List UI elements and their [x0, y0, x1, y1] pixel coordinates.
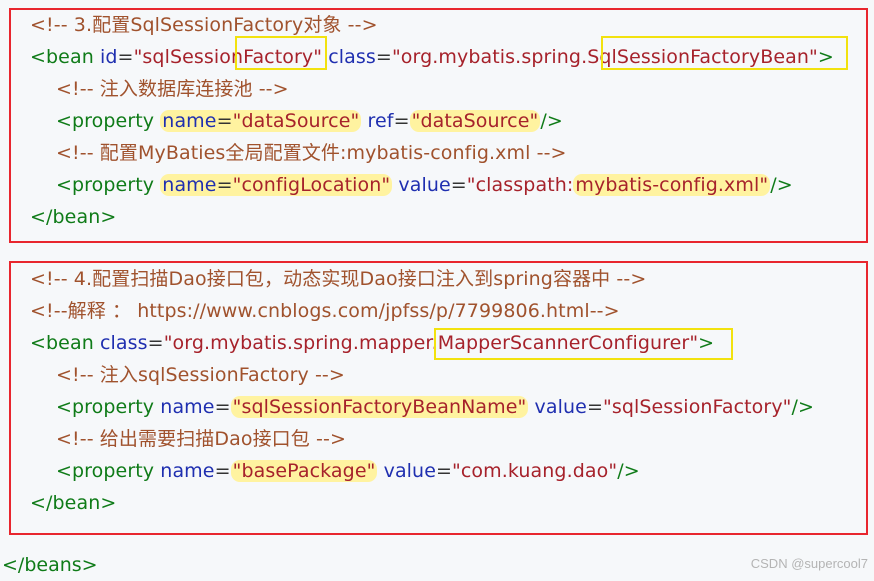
xml-attr-value: "org.mybatis.spring.mapper	[163, 332, 432, 354]
xml-attr-name: name	[160, 460, 215, 482]
code-line: <property name= "sqlSessionFactoryBeanNam…	[56, 391, 814, 423]
code-block-sqlsessionfactory: <!-- 3.配置SqlSessionFactory对象 --> <bean i…	[9, 8, 868, 243]
xml-equals: =	[450, 174, 467, 196]
xml-attr-value-boxed: SqlSessionFactoryBean"	[587, 46, 818, 68]
xml-closing-beans-tag: </beans>	[2, 554, 98, 576]
xml-equals: =	[147, 332, 164, 354]
code-line: <property name= "basePackage" value="com.…	[56, 455, 640, 487]
code-line: <!-- 配置MyBaties全局配置文件:mybatis-config.xml…	[56, 137, 567, 169]
xml-attr-value-highlighted: "dataSource"	[409, 110, 541, 132]
xml-attr-name: value	[534, 396, 587, 418]
xml-comment: <!-- 4.配置扫描Dao接口包，动态实现Dao接口注入到spring容器中 …	[30, 268, 647, 290]
code-line: <property name="configLocation" value="c…	[56, 169, 793, 201]
xml-attr-name: value	[398, 174, 451, 196]
xml-tag-close: />	[617, 460, 640, 482]
highlight-mark: name="dataSource"	[160, 110, 362, 132]
xml-tag-open: <property	[56, 396, 155, 418]
xml-comment: <!-- 注入数据库连接池 -->	[56, 78, 289, 100]
watermark-text: CSDN @supercool7	[750, 556, 868, 571]
xml-attr-value: "sqlSession	[133, 46, 244, 68]
xml-tag-open: <bean	[30, 46, 94, 68]
xml-attr-value: "org.mybatis.spring.	[391, 46, 588, 68]
xml-equals: =	[436, 460, 453, 482]
code-line: <!--解释 ： https://www.cnblogs.com/jpfss/p…	[30, 295, 620, 327]
xml-comment: <!-- 配置MyBaties全局配置文件:mybatis-config.xml…	[56, 142, 567, 164]
xml-attr-value: "dataSource"	[232, 110, 360, 132]
xml-tag-open: <bean	[30, 332, 94, 354]
xml-attr-name: name	[162, 110, 217, 132]
code-line: <!-- 注入数据库连接池 -->	[56, 73, 289, 105]
xml-equals: =	[214, 460, 231, 482]
xml-attr-name: name	[162, 174, 217, 196]
code-line: <!-- 给出需要扫描Dao接口包 -->	[56, 423, 346, 455]
xml-comment: <!-- 注入sqlSessionFactory -->	[56, 364, 345, 386]
code-line: <!-- 3.配置SqlSessionFactory对象 -->	[30, 9, 378, 41]
xml-comment: <!--解释 ： https://www.cnblogs.com/jpfss/p…	[30, 300, 620, 322]
xml-attr-name: name	[160, 396, 215, 418]
xml-attr-name: id	[100, 46, 118, 68]
xml-equals: =	[117, 46, 134, 68]
xml-attr-value: "sqlSessionFactory"	[602, 396, 792, 418]
highlight-mark: name="configLocation"	[160, 174, 393, 196]
xml-attr-value-highlighted: mybatis-config.xml"	[573, 174, 771, 196]
xml-attr-name: class	[100, 332, 148, 354]
xml-attr-value: "classpath:	[466, 174, 574, 196]
xml-equals: =	[216, 110, 233, 132]
xml-tag-close: />	[540, 110, 563, 132]
xml-tag-close: />	[791, 396, 815, 418]
code-block-mapperscanner: <!-- 4.配置扫描Dao接口包，动态实现Dao接口注入到spring容器中 …	[9, 261, 868, 535]
code-line: <bean id="sqlSessionFactory" class="org.…	[30, 41, 834, 73]
xml-tag-open: <property	[56, 174, 155, 196]
xml-attr-value: "com.kuang.dao"	[452, 460, 618, 482]
xml-equals: =	[586, 396, 603, 418]
xml-comment: <!-- 3.配置SqlSessionFactory对象 -->	[30, 14, 378, 36]
code-line: <!-- 4.配置扫描Dao接口包，动态实现Dao接口注入到spring容器中 …	[30, 263, 646, 295]
xml-equals: =	[216, 174, 233, 196]
code-line: <!-- 注入sqlSessionFactory -->	[56, 359, 345, 391]
xml-comment: <!-- 给出需要扫描Dao接口包 -->	[56, 428, 346, 450]
xml-equals: =	[393, 110, 410, 132]
xml-tag-close: </bean>	[30, 206, 117, 228]
xml-tag-close: >	[698, 332, 715, 354]
xml-tag-open: <property	[56, 110, 155, 132]
xml-attr-value-highlighted: "basePackage"	[230, 460, 378, 482]
xml-equals: =	[375, 46, 392, 68]
code-line: </bean>	[30, 201, 116, 233]
xml-attr-name: class	[328, 46, 376, 68]
xml-attr-value-highlighted: "sqlSessionFactoryBeanName"	[230, 396, 529, 418]
xml-attr-name: ref	[367, 110, 394, 132]
xml-attr-value-boxed: .MapperScannerConfigurer"	[431, 332, 699, 354]
xml-tag-close: </bean>	[30, 492, 117, 514]
xml-tag-close: >	[817, 46, 834, 68]
xml-tag-close: />	[770, 174, 793, 196]
xml-attr-value-boxed: Factory"	[243, 46, 323, 68]
xml-tag-open: <property	[56, 460, 155, 482]
code-line: <bean class="org.mybatis.spring.mapper.M…	[30, 327, 714, 359]
xml-attr-name: value	[383, 460, 436, 482]
xml-equals: =	[214, 396, 231, 418]
code-line: <property name="dataSource" ref= "dataSou…	[56, 105, 563, 137]
code-line: </bean>	[30, 487, 116, 519]
xml-attr-value: "configLocation"	[232, 174, 391, 196]
